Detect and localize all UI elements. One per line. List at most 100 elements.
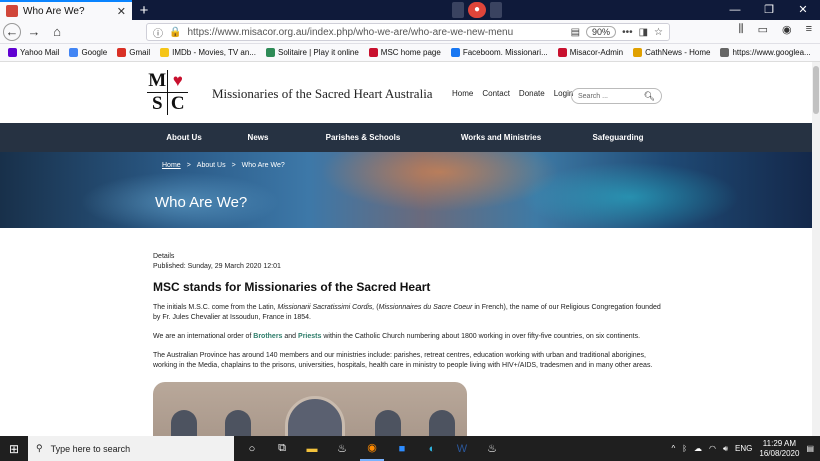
bookmark-favicon-icon (557, 48, 567, 57)
bookmark-item[interactable]: Gmail (117, 48, 150, 57)
photo-arch (285, 396, 345, 436)
restore-icon[interactable]: ❐ (752, 0, 786, 20)
pocket-icon[interactable]: ◨ (639, 27, 648, 38)
bookmark-item[interactable]: Faceboom. Missionari... (450, 48, 548, 57)
url-text[interactable]: https://www.misacor.org.au/index.php/who… (187, 27, 564, 38)
bookmark-label: Google (81, 48, 108, 57)
bookmark-item[interactable]: Google (69, 48, 107, 57)
bookmark-favicon-icon (160, 48, 170, 57)
address-bar[interactable]: ⓘ 🔒 https://www.misacor.org.au/index.php… (146, 23, 670, 41)
zoom-level[interactable]: 90% (586, 26, 617, 38)
photo-window (375, 410, 401, 436)
app-icon[interactable]: ♨ (330, 436, 354, 461)
menu-item-safeguarding[interactable]: Safeguarding (592, 123, 643, 152)
heart-icon: ♥ (172, 71, 183, 91)
photo-window (225, 410, 251, 436)
notifications-icon[interactable]: ▤ (806, 444, 814, 453)
menu-icon[interactable]: ≡ (806, 23, 812, 36)
article-details-label: Details (153, 253, 175, 260)
task-view-icon[interactable]: ⧉ (270, 436, 294, 461)
forward-button[interactable]: → (24, 22, 44, 42)
menu-item-works-ministries[interactable]: Works and Ministries (461, 123, 541, 152)
brothers-link[interactable]: Brothers (253, 333, 282, 340)
bookmarks-toolbar: Yahoo Mail Google Gmail IMDb - Movies, TV a… (0, 44, 820, 62)
file-explorer-icon[interactable]: ▬ (300, 436, 324, 461)
bookmark-item[interactable]: Misacor-Admin (557, 48, 623, 57)
bookmark-item[interactable]: CathNews - Home (633, 48, 710, 57)
french-name: Missionnaires du Sacre Coeur (378, 304, 473, 311)
bookmark-favicon-icon (720, 48, 730, 57)
priests-link[interactable]: Priests (298, 333, 321, 340)
menu-item-news[interactable]: News (248, 123, 269, 152)
firefox-icon[interactable]: ◉ (360, 436, 384, 461)
bookmark-label: Gmail (129, 48, 151, 57)
bookmark-star-icon[interactable]: ☆ (654, 27, 663, 38)
bluetooth-icon[interactable]: ᛒ (682, 444, 687, 453)
paragraph-text: We are an international order of (153, 333, 254, 340)
taskbar-search-input[interactable]: ⚲ Type here to search (28, 436, 234, 461)
bookmark-favicon-icon (69, 48, 79, 57)
lock-icon[interactable]: 🔒 (169, 27, 181, 38)
windows-start-icon[interactable]: ⊞ (0, 436, 28, 461)
breadcrumb-home[interactable]: Home (162, 162, 181, 169)
minimize-icon[interactable]: — (718, 0, 752, 20)
bookmark-item[interactable]: Yahoo Mail (8, 48, 59, 57)
page-scrollbar[interactable] (812, 62, 820, 436)
bookmark-label: MSC home page (380, 48, 441, 57)
library-icon[interactable]: ⫼ (739, 23, 744, 36)
menu-item-about-us[interactable]: About Us (166, 123, 202, 152)
home-link[interactable]: Home (452, 89, 473, 98)
contact-link[interactable]: Contact (482, 89, 510, 98)
volume-icon[interactable]: 🔊︎ (723, 444, 728, 454)
logo-letter-m: M (148, 70, 167, 92)
camera-indicator-icon[interactable] (452, 2, 464, 18)
page-info-icon[interactable]: ⓘ (153, 25, 163, 40)
close-window-icon[interactable]: ✕ (786, 0, 820, 20)
bookmark-item[interactable]: MSC home page (368, 48, 441, 57)
bookmark-item[interactable]: IMDb - Movies, TV an... (160, 48, 256, 57)
microphone-indicator-icon[interactable]: ● (468, 2, 486, 18)
bookmark-label: CathNews - Home (645, 48, 711, 57)
taskbar-search-placeholder: Type here to search (50, 443, 131, 454)
home-button[interactable]: ⌂ (47, 22, 67, 42)
cortana-icon[interactable]: ○ (240, 436, 264, 461)
bookmark-label: Solitaire | Play it online (278, 48, 359, 57)
tab-who-are-we[interactable]: Who Are We? ✕ (0, 0, 132, 20)
clock-time: 11:29 AM (762, 438, 797, 448)
edge-icon[interactable]: ◐ (420, 436, 444, 461)
zoom-icon[interactable]: ■ (390, 436, 414, 461)
donate-link[interactable]: Donate (519, 89, 545, 98)
scrollbar-thumb[interactable] (813, 66, 819, 114)
wifi-icon[interactable]: ◠ (709, 444, 716, 453)
account-icon[interactable]: ◉ (782, 23, 792, 36)
breadcrumb-separator: > (231, 162, 236, 169)
back-button[interactable]: ← (3, 22, 21, 41)
bookmark-item[interactable]: Solitaire | Play it online (266, 48, 359, 57)
clock[interactable]: 11:29 AM 16/08/2020 (759, 439, 799, 459)
toolbar-right: ⫼ ▭ ◉ ≡ (739, 23, 813, 36)
breadcrumb-about-us[interactable]: About Us (197, 162, 226, 169)
latin-name: Missionarii Sacratissimi Cordis, (277, 304, 375, 311)
article-paragraph: We are an international order of Brother… (153, 332, 663, 342)
page-actions-icon[interactable]: ••• (622, 27, 633, 38)
language-indicator[interactable]: ENG (735, 444, 752, 453)
onedrive-icon[interactable]: ☁ (694, 444, 702, 453)
bookmark-favicon-icon (450, 48, 460, 57)
building-photo (153, 382, 467, 436)
site-search-input[interactable]: Search ... 🔍︎ (571, 88, 662, 104)
new-tab-button[interactable]: + (132, 0, 156, 20)
msc-logo[interactable]: M ♥ S C (147, 70, 188, 115)
screen-share-indicator-icon[interactable] (490, 2, 502, 18)
search-placeholder: Search ... (578, 92, 608, 100)
site-favicon-icon (6, 5, 18, 17)
chevron-up-icon[interactable]: ^ (671, 444, 675, 453)
bookmark-item[interactable]: https://www.googlea... (720, 48, 811, 57)
search-icon[interactable]: 🔍︎ (644, 91, 655, 102)
app-icon[interactable]: ♨ (480, 436, 504, 461)
sidebar-icon[interactable]: ▭ (758, 23, 768, 36)
word-icon[interactable]: W (450, 436, 474, 461)
menu-item-parishes-schools[interactable]: Parishes & Schools (326, 123, 401, 152)
reader-view-icon[interactable]: ▤ (571, 27, 580, 38)
close-tab-icon[interactable]: ✕ (117, 5, 126, 18)
logo-divider (147, 92, 188, 93)
